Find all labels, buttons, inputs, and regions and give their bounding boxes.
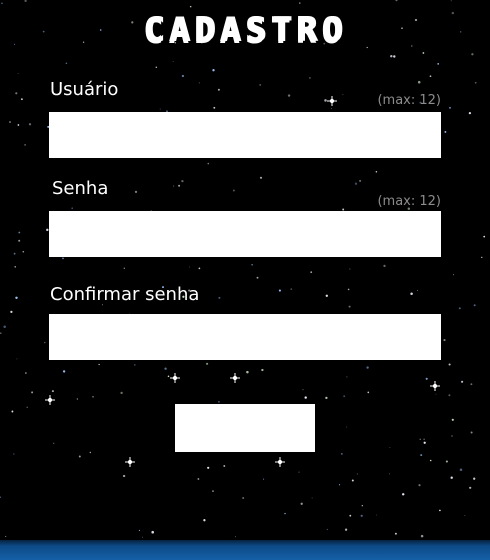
password-max-hint: (max: 12) (377, 194, 441, 209)
password-label: Senha (52, 178, 109, 199)
confirm-password-label: Confirmar senha (50, 284, 200, 305)
password-input[interactable] (49, 211, 441, 257)
confirm-password-input[interactable] (49, 314, 441, 360)
page-title: CADASTRO (143, 10, 347, 50)
username-max-hint: (max: 12) (377, 93, 441, 108)
username-label: Usuário (50, 79, 119, 100)
bottom-bar (0, 540, 490, 560)
username-input[interactable] (49, 112, 441, 158)
submit-button[interactable] (175, 404, 315, 452)
